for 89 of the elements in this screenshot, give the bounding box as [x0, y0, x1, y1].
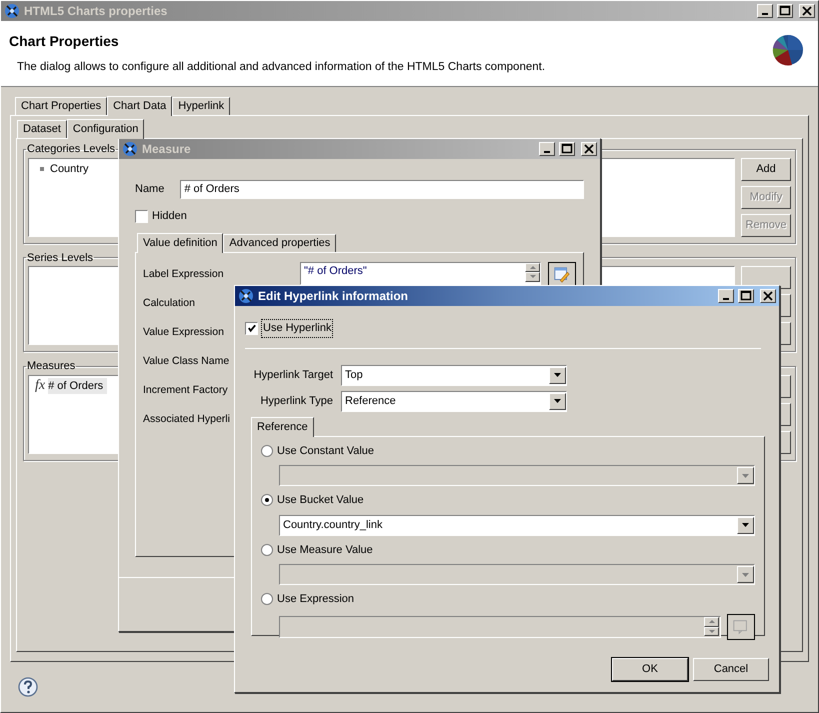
field-value: "# of Orders": [303, 264, 368, 278]
close-icon: [762, 290, 774, 302]
field-label: Calculation: [143, 296, 195, 310]
tab[interactable]: Hyperlink: [172, 97, 230, 115]
down-arrow-icon: [530, 275, 536, 278]
group-title: Measures: [26, 359, 76, 374]
dropdown[interactable]: Reference: [341, 390, 567, 412]
tab[interactable]: Reference: [251, 416, 314, 436]
list-item[interactable]: # of Orders: [48, 378, 108, 394]
minimize-icon: [762, 13, 768, 15]
name-field[interactable]: # of Orders: [180, 180, 584, 199]
expression-field[interactable]: "# of Orders": [300, 262, 541, 284]
push-button[interactable]: Add: [741, 158, 791, 180]
tab[interactable]: Advanced properties: [223, 234, 336, 252]
app-icon: [122, 141, 138, 157]
window-title: Measure: [142, 141, 192, 158]
close-button[interactable]: [581, 142, 597, 156]
dropdown-value: Country.country_link: [282, 518, 384, 533]
tab[interactable]: Chart Properties: [15, 97, 108, 115]
up-arrow-icon: [708, 620, 714, 624]
minimize-button[interactable]: [757, 4, 773, 18]
check-icon: [246, 323, 256, 334]
maximize-button[interactable]: [738, 289, 754, 303]
spinner[interactable]: [525, 262, 540, 282]
down-arrow-icon: [708, 630, 714, 633]
tab[interactable]: Chart Data: [107, 96, 172, 116]
field-label: Value Class Name: [143, 354, 230, 368]
field-label: Associated Hyperli: [143, 412, 230, 426]
minimize-icon: [544, 151, 550, 153]
bullet-icon: [40, 166, 44, 171]
caret-icon: [741, 572, 750, 578]
field-label: Label Expression: [143, 266, 224, 282]
header-description: The dialog allows to configure all additional and advanced information of the HTML5 Charts component.: [16, 60, 546, 75]
pie-chart-icon: [772, 34, 804, 66]
tab[interactable]: Configuration: [66, 119, 144, 139]
push-button[interactable]: Cancel: [693, 658, 769, 680]
app-icon: [238, 288, 254, 304]
dropdown-button[interactable]: [737, 516, 754, 534]
dropdown-button[interactable]: [549, 366, 566, 384]
tab[interactable]: Value definition: [137, 232, 224, 252]
maximize-button[interactable]: [559, 142, 575, 156]
caret-icon: [741, 522, 750, 528]
caret-icon: [553, 372, 562, 378]
close-icon: [583, 143, 595, 155]
radio-label[interactable]: Use Bucket Value: [277, 492, 364, 508]
edit-button[interactable]: [548, 262, 576, 288]
caret-icon: [553, 398, 562, 404]
header-title: Chart Properties: [9, 32, 120, 51]
maximize-button[interactable]: [777, 4, 793, 18]
pencil-icon: [553, 266, 571, 284]
dropdown-value: Reference: [344, 394, 397, 409]
field-label: Hyperlink Type: [259, 394, 333, 409]
tab[interactable]: Dataset: [17, 120, 67, 138]
dropdown-button[interactable]: [549, 392, 566, 410]
push-button[interactable]: OK: [612, 658, 688, 680]
maximize-icon: [561, 143, 573, 155]
dropdown[interactable]: Top: [341, 364, 567, 386]
field-label: Hyperlink Target: [252, 368, 333, 383]
radio-button[interactable]: [261, 494, 273, 506]
field-label: Value Expression: [143, 324, 224, 340]
comment-icon: [732, 618, 750, 636]
list-item[interactable]: Country: [50, 160, 89, 177]
edit-button[interactable]: [727, 614, 755, 640]
dropdown[interactable]: Country.country_link: [279, 514, 755, 536]
checkbox-label: Hidden: [152, 209, 187, 224]
close-icon: [801, 5, 813, 17]
close-button[interactable]: [760, 289, 776, 303]
function-icon: fx: [35, 378, 46, 393]
field-label: Increment Factory: [143, 382, 228, 398]
maximize-icon: [779, 5, 791, 17]
checkbox[interactable]: [135, 210, 148, 223]
group-title: Categories Levels: [26, 142, 116, 157]
minimize-button[interactable]: [539, 142, 555, 156]
window-title: HTML5 Charts properties: [24, 3, 168, 20]
up-arrow-icon: [530, 266, 536, 269]
maximize-icon: [740, 290, 752, 302]
caret-icon: [741, 472, 750, 478]
field-value: # of Orders: [184, 182, 240, 198]
checkbox-label: Use Hyperlink: [262, 320, 332, 336]
dropdown-value: Top: [344, 368, 364, 383]
group-title: Series Levels: [26, 250, 94, 266]
minimize-button[interactable]: [718, 289, 734, 303]
minimize-icon: [723, 298, 729, 300]
help-icon: [18, 677, 38, 697]
checkbox[interactable]: [245, 322, 258, 335]
field-label: Name: [135, 182, 164, 198]
close-button[interactable]: [799, 4, 815, 18]
window-title: Edit Hyperlink information: [258, 288, 410, 305]
app-icon: [4, 3, 20, 19]
